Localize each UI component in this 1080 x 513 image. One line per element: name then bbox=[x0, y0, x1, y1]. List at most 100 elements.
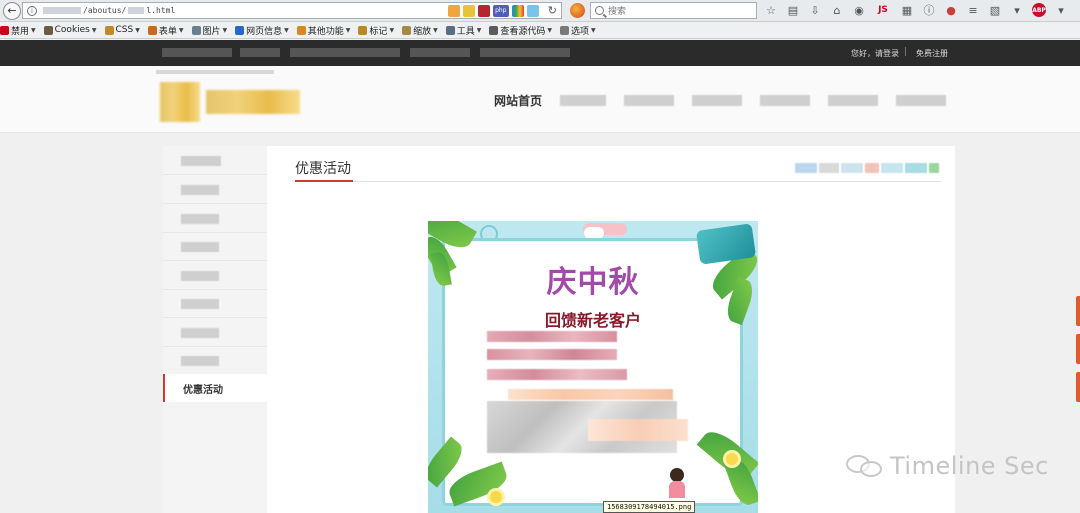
nav-home[interactable]: 网站首页 bbox=[494, 92, 542, 109]
sidebar-item[interactable] bbox=[163, 318, 267, 347]
chevron-down-icon: ▼ bbox=[178, 26, 184, 34]
browser-toolbar: ☆ ▤ ⇩ ⌂ ◉ JS ▦ ⓘ ● ≡ ▧ ▾ ABP ▾ bbox=[764, 3, 1068, 17]
image-icon bbox=[191, 25, 201, 35]
source-icon bbox=[489, 25, 499, 35]
site-logo[interactable] bbox=[160, 82, 300, 122]
breadcrumb bbox=[795, 163, 939, 173]
overflow-caret-icon[interactable]: ▾ bbox=[1054, 3, 1068, 17]
toolbar-menu-label: 网页信息 bbox=[246, 26, 283, 37]
toolbar-menu-9[interactable]: 工具 ▼ bbox=[445, 24, 481, 37]
moon-addon-icon[interactable] bbox=[526, 4, 539, 17]
child-head bbox=[670, 468, 684, 482]
top-bar-redacted-text bbox=[290, 48, 400, 57]
breadcrumb-redacted[interactable] bbox=[819, 163, 839, 173]
toolbar-menu-2[interactable]: CSS ▼ bbox=[104, 25, 140, 35]
options-icon bbox=[559, 25, 569, 35]
chevron-down-icon: ▼ bbox=[135, 26, 140, 34]
feather-addon-icon[interactable] bbox=[477, 4, 490, 17]
sidebar-item[interactable] bbox=[163, 146, 267, 175]
top-bar-redacted-text bbox=[162, 48, 232, 57]
home-icon[interactable]: ⌂ bbox=[830, 3, 844, 17]
nav-item-redacted[interactable] bbox=[760, 95, 811, 106]
top-bar-redacted-text bbox=[240, 48, 280, 57]
sidebar-item-redacted bbox=[181, 242, 219, 252]
php-addon-icon[interactable]: php bbox=[492, 4, 509, 17]
tools-icon bbox=[445, 25, 455, 35]
bookmark-menu-icon[interactable]: ≡ bbox=[966, 3, 980, 17]
marker-icon bbox=[358, 25, 368, 35]
toolbar-menu-5[interactable]: 网页信息 ▼ bbox=[235, 24, 289, 37]
sidebar-item[interactable] bbox=[163, 346, 267, 375]
poster-subheadline: 回馈新老客户 bbox=[544, 311, 641, 330]
sidebar-item-redacted bbox=[181, 214, 219, 224]
breadcrumb-redacted[interactable] bbox=[841, 163, 863, 173]
toolbar-menu-label: 工具 bbox=[456, 26, 475, 37]
breadcrumb-redacted[interactable] bbox=[929, 163, 939, 173]
toolbar-menu-label: 查看源代码 bbox=[500, 26, 546, 37]
screenshot-icon[interactable]: ▦ bbox=[900, 3, 914, 17]
nav-item-redacted[interactable] bbox=[692, 95, 743, 106]
sidebar-item-promotions[interactable]: 优惠活动 bbox=[163, 374, 267, 402]
logo-shadow bbox=[156, 70, 274, 74]
back-arrow-icon[interactable]: ← bbox=[3, 1, 21, 20]
page-tools-icon[interactable]: ▧ bbox=[988, 3, 1002, 17]
toolbar-menu-label: 禁用 bbox=[11, 26, 30, 37]
toolbar-menu-7[interactable]: 标记 ▼ bbox=[358, 24, 394, 37]
sidebar-item[interactable] bbox=[163, 175, 267, 204]
globe-icon[interactable]: ◉ bbox=[852, 3, 866, 17]
breadcrumb-redacted[interactable] bbox=[865, 163, 879, 173]
star-icon[interactable]: ☆ bbox=[764, 3, 778, 17]
address-bar[interactable]: i /aboutus/ l.html php ↻ bbox=[22, 2, 562, 19]
nav-item-redacted[interactable] bbox=[560, 95, 607, 106]
sidebar-item-redacted bbox=[181, 328, 219, 338]
reload-icon[interactable]: ↻ bbox=[548, 4, 557, 17]
redacted-text-line bbox=[487, 349, 617, 360]
windows-addon-icon[interactable] bbox=[511, 4, 524, 17]
toolbar-menu-1[interactable]: Cookies ▼ bbox=[43, 25, 97, 35]
toolbar-menu-3[interactable]: 表单 ▼ bbox=[147, 24, 184, 37]
nav-item-redacted[interactable] bbox=[896, 95, 947, 106]
help-icon[interactable]: ⓘ bbox=[922, 3, 936, 17]
info-icon[interactable]: i bbox=[27, 5, 37, 16]
breadcrumb-redacted[interactable] bbox=[905, 163, 927, 173]
floating-side-tab[interactable] bbox=[1076, 296, 1080, 326]
sidebar-item-redacted bbox=[181, 271, 219, 281]
sidebar-item[interactable] bbox=[163, 261, 267, 290]
reading-list-icon[interactable]: ▤ bbox=[786, 3, 800, 17]
firebug-icon[interactable]: ● bbox=[944, 3, 958, 17]
menu-caret-icon[interactable]: ▾ bbox=[1010, 3, 1024, 17]
download-icon[interactable]: ⇩ bbox=[808, 3, 822, 17]
nav-item-redacted[interactable] bbox=[828, 95, 879, 106]
search-bar[interactable]: 搜索 bbox=[590, 2, 757, 19]
floating-side-tab[interactable] bbox=[1076, 334, 1080, 364]
js-toggle-icon[interactable]: JS bbox=[874, 3, 892, 17]
lock-addon-icon[interactable] bbox=[462, 4, 475, 17]
sidebar-item[interactable] bbox=[163, 232, 267, 261]
toolbar-menu-10[interactable]: 查看源代码 ▼ bbox=[489, 24, 552, 37]
breadcrumb-redacted[interactable] bbox=[881, 163, 903, 173]
login-link[interactable]: 您好，请登录 bbox=[851, 48, 899, 59]
toolbar-menu-4[interactable]: 图片 ▼ bbox=[191, 24, 228, 37]
sidebar-item[interactable] bbox=[163, 204, 267, 233]
image-filename-tooltip: 1568309178494015.png bbox=[603, 501, 696, 513]
toolbar-menu-6[interactable]: 其他功能 ▼ bbox=[296, 24, 350, 37]
chevron-down-icon: ▼ bbox=[91, 26, 97, 34]
chevron-down-icon: ▼ bbox=[591, 26, 596, 34]
toolbar-menu-0[interactable]: 禁用 ▼ bbox=[0, 24, 36, 37]
info-icon bbox=[235, 25, 245, 35]
chevron-down-icon: ▼ bbox=[222, 26, 228, 34]
register-link[interactable]: 免费注册 bbox=[916, 48, 948, 59]
search-icon bbox=[595, 6, 604, 15]
firefox-icon[interactable] bbox=[570, 3, 585, 18]
floating-side-tab[interactable] bbox=[1076, 372, 1080, 402]
breadcrumb-redacted[interactable] bbox=[795, 163, 817, 173]
home-addon-icon[interactable] bbox=[447, 4, 460, 17]
nav-item-redacted[interactable] bbox=[624, 95, 675, 106]
adblock-icon[interactable]: ABP bbox=[1032, 3, 1046, 17]
flower-decoration bbox=[490, 491, 502, 503]
toolbar-menu-8[interactable]: 缩放 ▼ bbox=[402, 24, 438, 37]
top-bar-redacted-text bbox=[410, 48, 470, 57]
toolbar-menu-11[interactable]: 选项 ▼ bbox=[559, 24, 596, 37]
sidebar-item[interactable] bbox=[163, 289, 267, 318]
logo-wordmark bbox=[206, 90, 300, 114]
